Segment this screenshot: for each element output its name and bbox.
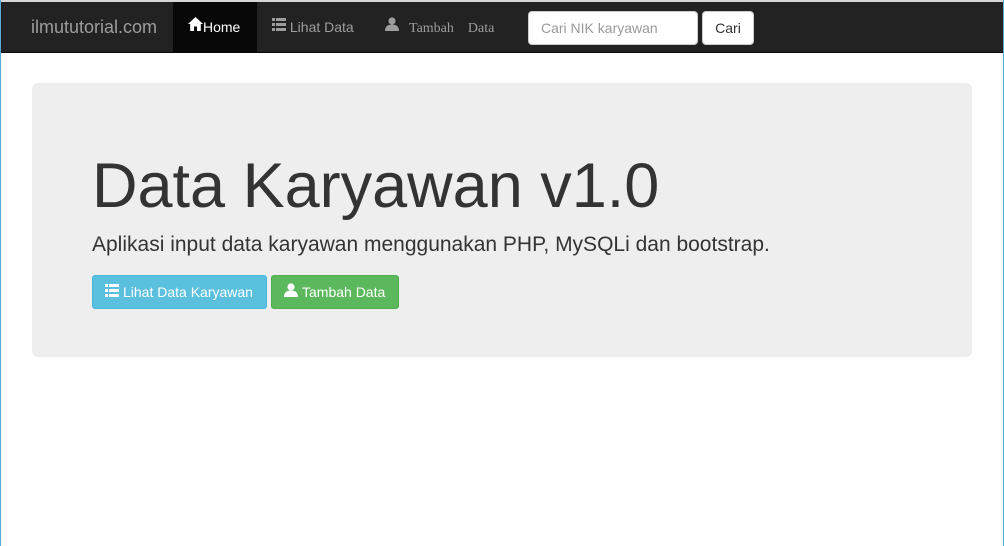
search-button[interactable]: Cari <box>702 11 754 45</box>
nav-item-lihat-data[interactable]: Lihat Data <box>257 2 354 52</box>
navbar-brand[interactable]: ilmututorial.com <box>31 2 157 53</box>
nav-item-label: Tambah <box>409 21 454 36</box>
nav-item-label-2: Data <box>467 21 495 36</box>
home-icon <box>188 1 203 51</box>
list-icon <box>272 1 286 51</box>
nav-item-label: Home <box>203 19 241 35</box>
nav-item-tambah-data[interactable]: Tambah Data <box>371 2 494 52</box>
nav-item-home[interactable]: Home <box>173 2 257 52</box>
page-subtitle: Aplikasi input data karyawan menggunakan… <box>92 233 770 256</box>
nav-item-label: Lihat Data <box>289 19 354 35</box>
list-icon <box>105 276 119 308</box>
user-icon <box>385 1 399 51</box>
jumbotron: Data Karyawan v1.0 Aplikasi input data k… <box>32 83 972 357</box>
navbar: ilmututorial.com Home Lihat Data Tambah D… <box>1 2 1003 53</box>
lihat-data-karyawan-button[interactable]: Lihat Data Karyawan <box>92 275 267 309</box>
button-label: Tambah Data <box>302 284 386 300</box>
search-input[interactable] <box>528 11 698 45</box>
user-icon <box>284 276 298 308</box>
button-label: Lihat Data Karyawan <box>123 284 253 300</box>
page-title: Data Karyawan v1.0 <box>92 151 660 221</box>
tambah-data-button[interactable]: Tambah Data <box>271 275 399 309</box>
